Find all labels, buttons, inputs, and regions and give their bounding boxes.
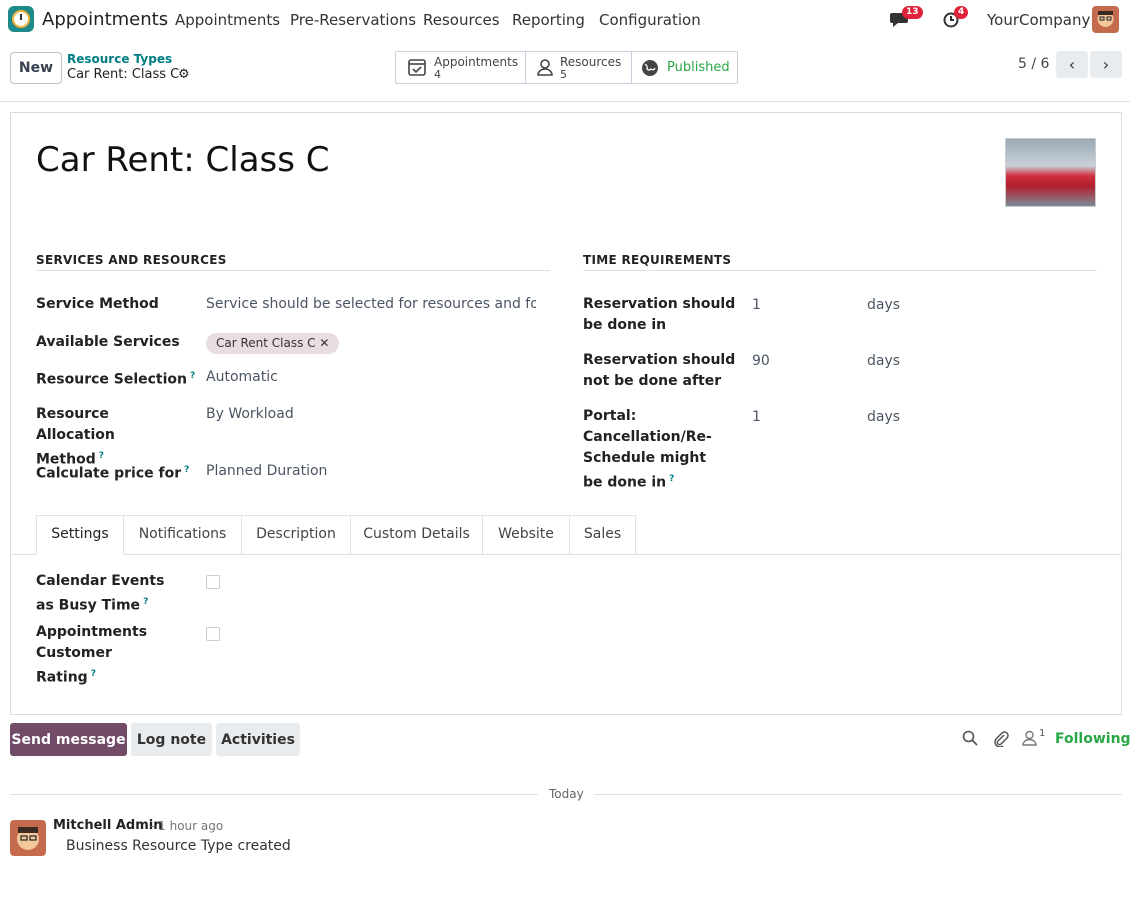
published-label: Published: [667, 60, 730, 75]
services-divider: [36, 270, 550, 271]
control-panel: New Resource Types Car Rent: Class C ⚙ A…: [0, 40, 1130, 102]
reservation-max-unit: days: [867, 353, 901, 369]
calculate-price-label: Calculate price for?: [36, 465, 190, 482]
resource-selection-label: Resource Selection?: [36, 371, 196, 388]
calendar-check-icon: [408, 59, 426, 76]
company-switcher[interactable]: YourCompany: [987, 11, 1090, 29]
today-divider-left: [10, 794, 538, 795]
cancellation-field[interactable]: 1: [752, 407, 761, 428]
reservation-min-field[interactable]: 1: [752, 295, 761, 316]
gear-icon[interactable]: ⚙: [178, 67, 190, 82]
messages-icon[interactable]: 13: [890, 6, 923, 30]
send-message-button[interactable]: Send message: [10, 723, 127, 756]
tab-settings[interactable]: Settings: [36, 515, 124, 555]
appointments-smart-value: 4: [434, 68, 441, 81]
resources-smart-label: Resources: [560, 55, 622, 69]
breadcrumb-parent[interactable]: Resource Types: [67, 52, 172, 66]
app-name[interactable]: Appointments: [42, 9, 168, 30]
tab-sales[interactable]: Sales: [570, 515, 636, 555]
help-icon[interactable]: ?: [184, 465, 189, 475]
allocation-method-field[interactable]: By Workload: [206, 404, 294, 425]
pager-next-button[interactable]: ›: [1090, 51, 1122, 78]
notebook-tabs: Settings Notifications Description Custo…: [11, 515, 1121, 555]
reservation-min-unit: days: [867, 297, 901, 313]
user-icon: [537, 59, 553, 76]
tab-notifications[interactable]: Notifications: [124, 515, 242, 555]
resource-selection-field[interactable]: Automatic: [206, 367, 278, 388]
published-smart-button[interactable]: Published: [632, 52, 737, 83]
activities-badge: 4: [954, 6, 969, 19]
help-icon[interactable]: ?: [91, 669, 96, 679]
service-method-field[interactable]: Service should be selected for resources…: [206, 294, 536, 315]
appointments-smart-label: Appointments: [434, 55, 519, 69]
menu-pre-reservations[interactable]: Pre-Reservations: [290, 11, 416, 29]
activities-clock-icon[interactable]: 4: [942, 6, 969, 30]
log-note-button[interactable]: Log note: [131, 723, 212, 756]
user-avatar[interactable]: [1092, 6, 1119, 33]
time-divider: [583, 270, 1097, 271]
menu-configuration[interactable]: Configuration: [599, 11, 701, 29]
customer-rating-label: Appointments Customer Rating?: [36, 624, 148, 686]
paperclip-icon[interactable]: [992, 730, 1009, 751]
pager-previous-button[interactable]: ‹: [1056, 51, 1088, 78]
record-image[interactable]: [1005, 138, 1096, 207]
reservation-max-label: Reservation should not be done after: [583, 352, 736, 389]
pager-value[interactable]: 5 / 6: [1018, 56, 1049, 72]
globe-icon: [642, 60, 658, 76]
form-sheet: Car Rent: Class C SERVICES AND RESOURCES…: [10, 112, 1122, 715]
following-button[interactable]: Following: [1055, 731, 1130, 747]
tab-custom-details[interactable]: Custom Details: [351, 515, 483, 555]
resources-smart-value: 5: [560, 68, 567, 81]
resources-smart-button[interactable]: Resources 5: [526, 52, 632, 83]
services-section-heading: SERVICES AND RESOURCES: [36, 253, 227, 267]
time-section-heading: TIME REQUIREMENTS: [583, 253, 732, 267]
available-service-tag[interactable]: Car Rent Class C ✕: [206, 333, 340, 354]
author-avatar[interactable]: [10, 820, 46, 856]
menu-resources[interactable]: Resources: [423, 11, 500, 29]
service-method-label: Service Method: [36, 296, 159, 312]
new-button[interactable]: New: [10, 52, 62, 84]
today-divider-right: [594, 794, 1122, 795]
menu-appointments[interactable]: Appointments: [175, 11, 280, 29]
reservation-min-label: Reservation should be done in: [583, 296, 736, 333]
message-body: Business Resource Type created: [66, 838, 291, 854]
appointments-app-icon[interactable]: [8, 6, 34, 32]
tab-website[interactable]: Website: [483, 515, 570, 555]
help-icon[interactable]: ?: [190, 371, 195, 381]
messages-badge: 13: [902, 6, 923, 19]
help-icon[interactable]: ?: [669, 474, 674, 484]
record-title[interactable]: Car Rent: Class C: [36, 140, 330, 180]
today-separator: Today: [549, 787, 584, 801]
calculate-price-field[interactable]: Planned Duration: [206, 461, 327, 482]
cancellation-label: Portal: Cancellation/Re-Schedule might b…: [583, 408, 712, 491]
message-author[interactable]: Mitchell Admin: [53, 818, 162, 833]
followers-icon[interactable]: [1022, 730, 1037, 750]
calendar-busy-label: Calendar Events as Busy Time?: [36, 573, 165, 614]
smart-buttons: Appointments 4 Resources 5 Published: [395, 51, 738, 84]
cancellation-unit: days: [867, 409, 901, 425]
help-icon[interactable]: ?: [143, 597, 148, 607]
appointments-smart-button[interactable]: Appointments 4: [396, 52, 526, 83]
top-navbar: Appointments Appointments Pre-Reservatio…: [0, 0, 1130, 40]
available-services-label: Available Services: [36, 334, 180, 350]
reservation-max-field[interactable]: 90: [752, 351, 770, 372]
search-icon[interactable]: [962, 730, 978, 750]
tab-description[interactable]: Description: [242, 515, 351, 555]
calendar-busy-checkbox[interactable]: [206, 575, 220, 589]
message-time: - 1 hour ago: [150, 819, 224, 833]
customer-rating-checkbox[interactable]: [206, 627, 220, 641]
menu-reporting[interactable]: Reporting: [512, 11, 585, 29]
breadcrumb-current: Car Rent: Class C: [67, 67, 180, 82]
followers-count: 1: [1039, 728, 1046, 739]
activities-button[interactable]: Activities: [216, 723, 300, 756]
